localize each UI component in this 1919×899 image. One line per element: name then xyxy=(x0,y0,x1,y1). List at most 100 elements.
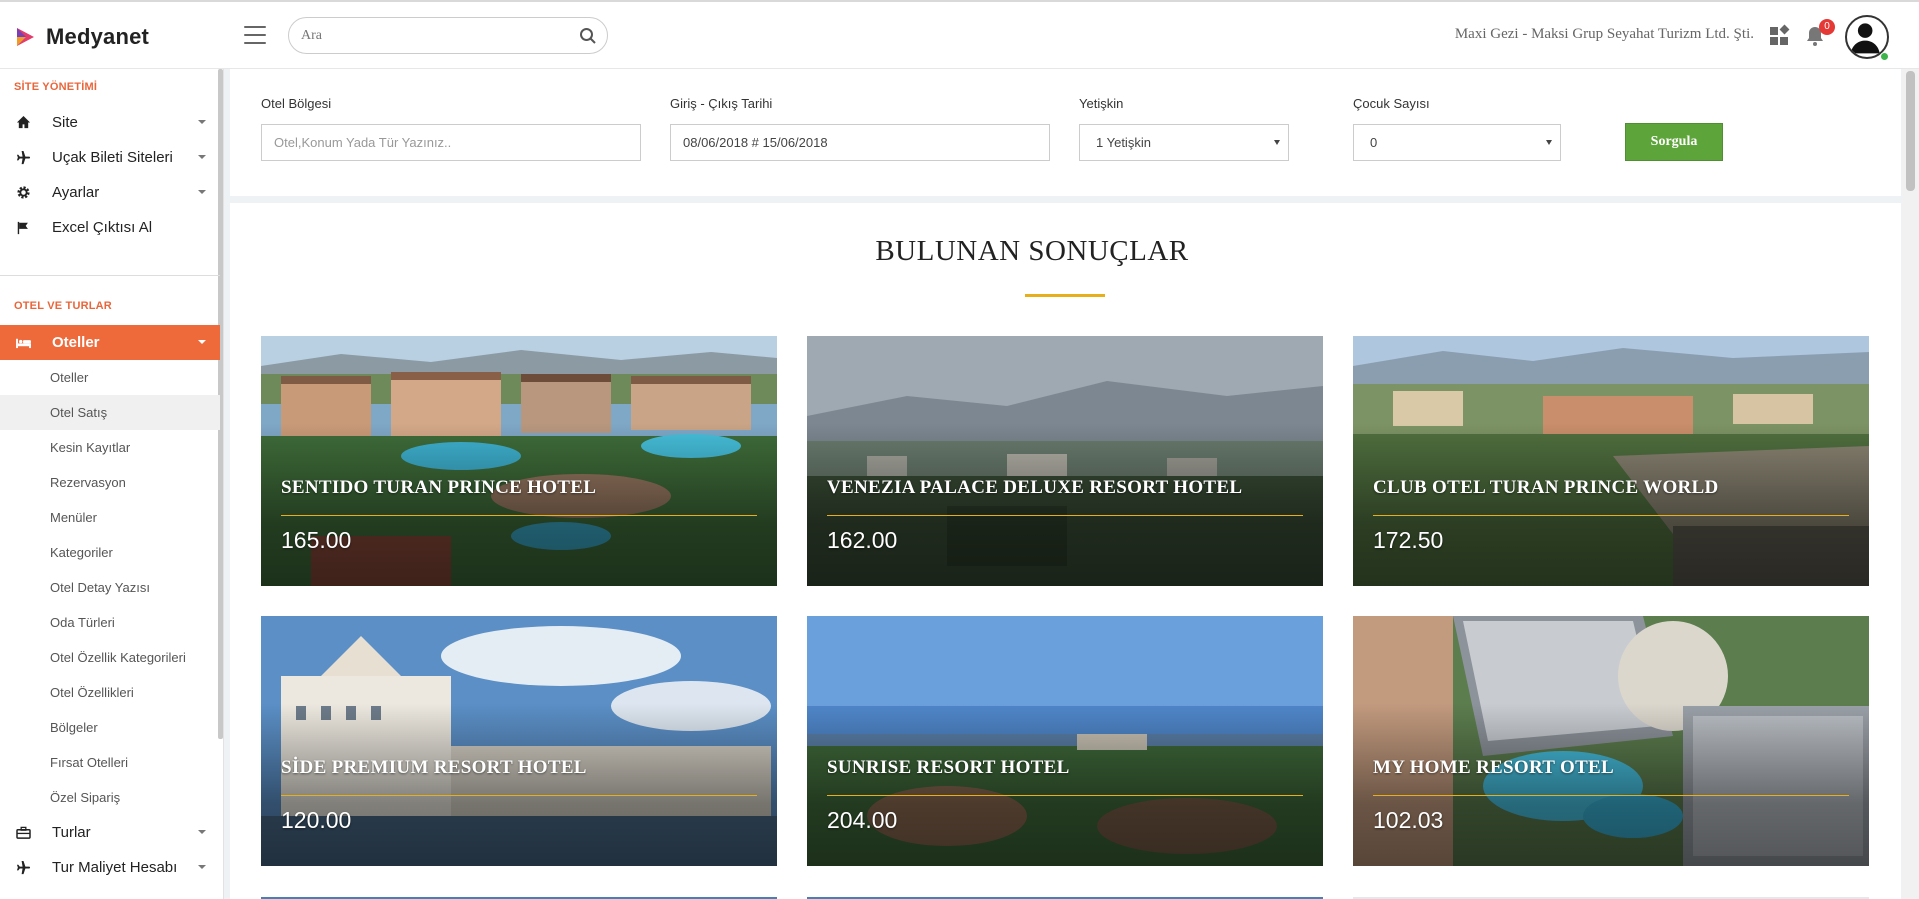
chevron-down-icon xyxy=(198,865,206,869)
card-divider xyxy=(281,515,757,516)
sidebar-subitem-hotels[interactable]: Oteller xyxy=(0,360,220,395)
hotel-card[interactable]: SENTIDO TURAN PRINCE HOTEL 165.00 xyxy=(261,336,777,586)
sidebar-item-label: Ayarlar xyxy=(52,184,100,201)
sidebar-subitem-confirmed-bookings[interactable]: Kesin Kayıtlar xyxy=(0,430,220,465)
sidebar-item-site[interactable]: Site xyxy=(0,105,220,140)
online-status-dot xyxy=(1880,52,1889,61)
chevron-down-icon xyxy=(198,190,206,194)
brand-logo-icon xyxy=(17,28,34,46)
select-arrow-icon xyxy=(1546,140,1552,145)
briefcase-icon xyxy=(14,824,32,842)
sidebar-item-settings[interactable]: Ayarlar xyxy=(0,175,220,210)
adult-select-value: 1 Yetişkin xyxy=(1096,135,1151,150)
sidebar-subitem-feature-categories[interactable]: Otel Özellik Kategorileri xyxy=(0,640,220,675)
hotel-name: CLUB OTEL TURAN PRINCE WORLD xyxy=(1373,477,1719,498)
hotel-card[interactable]: VENEZIA PALACE DELUXE RESORT HOTEL 162.0… xyxy=(807,336,1323,586)
hotel-price: 120.00 xyxy=(281,807,352,833)
results-title: BULUNAN SONUÇLAR xyxy=(875,235,1189,267)
sidebar-item-tour-cost[interactable]: Tur Maliyet Hesabı xyxy=(0,850,220,885)
card-divider xyxy=(827,515,1303,516)
sidebar-subitem-special-order[interactable]: Özel Sipariş xyxy=(0,780,220,815)
hotel-name: SENTIDO TURAN PRINCE HOTEL xyxy=(281,477,597,498)
region-input[interactable]: Otel,Konum Yada Tür Yazınız.. xyxy=(261,124,641,161)
card-divider xyxy=(1373,795,1849,796)
sidebar-subitem-hotel-sales[interactable]: Otel Satış xyxy=(0,395,220,430)
hotel-name: SUNRISE RESORT HOTEL xyxy=(827,757,1070,778)
hotel-price: 165.00 xyxy=(281,527,352,553)
hotel-name: SİDE PREMIUM RESORT HOTEL xyxy=(281,757,587,778)
card-divider xyxy=(827,795,1303,796)
date-range-input[interactable]: 08/06/2018 # 15/06/2018 xyxy=(670,124,1050,161)
top-bar: Medyanet Maxi Gezi - Maksi Grup Seyahat … xyxy=(0,0,1919,69)
hotel-name: MY HOME RESORT OTEL xyxy=(1373,757,1614,778)
hotel-card[interactable]: SUNRISE RESORT HOTEL 204.00 xyxy=(807,616,1323,866)
query-button[interactable]: Sorgula xyxy=(1625,123,1723,161)
search-box xyxy=(288,17,608,54)
plane-icon xyxy=(14,149,32,167)
hotel-card[interactable]: CLUB OTEL TURAN PRINCE WORLD 172.50 xyxy=(1353,336,1869,586)
gear-icon xyxy=(14,184,32,202)
sidebar-subitem-hotel-detail-text[interactable]: Otel Detay Yazısı xyxy=(0,570,220,605)
chevron-down-icon xyxy=(198,830,206,834)
select-arrow-icon xyxy=(1274,140,1280,145)
title-underline xyxy=(1025,294,1105,297)
date-label: Giriş - Çıkış Tarihi xyxy=(670,96,773,111)
child-select-value: 0 xyxy=(1370,135,1378,150)
sidebar-subitem-menus[interactable]: Menüler xyxy=(0,500,220,535)
sidebar-item-label: Site xyxy=(52,114,78,131)
sidebar-subitem-room-types[interactable]: Oda Türleri xyxy=(0,605,220,640)
sidebar-item-excel-export[interactable]: Excel Çıktısı Al xyxy=(0,210,220,245)
chevron-down-icon xyxy=(198,155,206,159)
child-label: Çocuk Sayısı xyxy=(1353,96,1430,111)
sidebar-item-label: Tur Maliyet Hesabı xyxy=(52,859,178,876)
search-filter-panel: Otel Bölgesi Otel,Konum Yada Tür Yazınız… xyxy=(230,69,1901,196)
scrollbar-thumb[interactable] xyxy=(1906,71,1915,191)
results-panel: BULUNAN SONUÇLAR SENTIDO TURAN PRINCE HO… xyxy=(230,203,1901,899)
adult-select[interactable]: 1 Yetişkin xyxy=(1079,124,1289,161)
sidebar-item-label: Oteller xyxy=(52,334,100,351)
page-scrollbar[interactable] xyxy=(1902,69,1919,899)
plane-icon xyxy=(14,859,32,877)
menu-toggle-icon[interactable] xyxy=(244,26,266,44)
sidebar-subitem-categories[interactable]: Kategoriler xyxy=(0,535,220,570)
sidebar-item-label: Excel Çıktısı Al xyxy=(52,219,153,236)
sidebar-item-tours[interactable]: Turlar xyxy=(0,815,220,850)
brand[interactable]: Medyanet xyxy=(14,22,149,52)
sidebar-section-site: SİTE YÖNETİMİ xyxy=(14,81,98,93)
user-icon xyxy=(1850,23,1880,54)
sidebar-item-flight-sites[interactable]: Uçak Bileti Siteleri xyxy=(0,140,220,175)
hotel-price: 204.00 xyxy=(827,807,898,833)
adult-label: Yetişkin xyxy=(1079,96,1124,111)
notification-badge: 0 xyxy=(1819,19,1835,35)
hotel-card[interactable]: SİDE PREMIUM RESORT HOTEL 120.00 xyxy=(261,616,777,866)
hotel-card[interactable]: MY HOME RESORT OTEL 102.03 xyxy=(1353,616,1869,866)
hotel-price: 162.00 xyxy=(827,527,898,553)
company-name: Maxi Gezi - Maksi Grup Seyahat Turizm Lt… xyxy=(1454,26,1754,42)
sidebar-subitem-reservation[interactable]: Rezervasyon xyxy=(0,465,220,500)
sidebar-subitem-deal-hotels[interactable]: Fırsat Otelleri xyxy=(0,745,220,780)
chevron-down-icon xyxy=(198,340,206,344)
sidebar-subitem-features[interactable]: Otel Özellikleri xyxy=(0,675,220,710)
sidebar-item-hotels[interactable]: Oteller xyxy=(0,325,220,360)
bed-icon xyxy=(14,334,32,352)
region-label: Otel Bölgesi xyxy=(261,96,332,111)
card-divider xyxy=(1373,515,1849,516)
card-divider xyxy=(281,795,757,796)
sidebar-item-label: Uçak Bileti Siteleri xyxy=(52,149,173,166)
flag-icon xyxy=(14,219,32,237)
child-select[interactable]: 0 xyxy=(1353,124,1561,161)
home-icon xyxy=(14,114,32,132)
sidebar-section-hotels-tours: OTEL VE TURLAR xyxy=(14,300,112,312)
sidebar: SİTE YÖNETİMİ Site Uçak Bileti Siteleri … xyxy=(0,69,224,899)
hotel-price: 172.50 xyxy=(1373,527,1444,553)
search-input[interactable] xyxy=(301,24,561,48)
hotel-price: 102.03 xyxy=(1373,807,1444,833)
sidebar-divider xyxy=(0,275,220,276)
hotel-name: VENEZIA PALACE DELUXE RESORT HOTEL xyxy=(827,477,1243,498)
search-icon[interactable] xyxy=(579,27,597,45)
brand-name: Medyanet xyxy=(46,24,150,49)
sidebar-item-label: Turlar xyxy=(52,824,91,841)
sidebar-subitem-regions[interactable]: Bölgeler xyxy=(0,710,220,745)
apps-icon[interactable] xyxy=(1767,24,1791,48)
chevron-down-icon xyxy=(198,120,206,124)
